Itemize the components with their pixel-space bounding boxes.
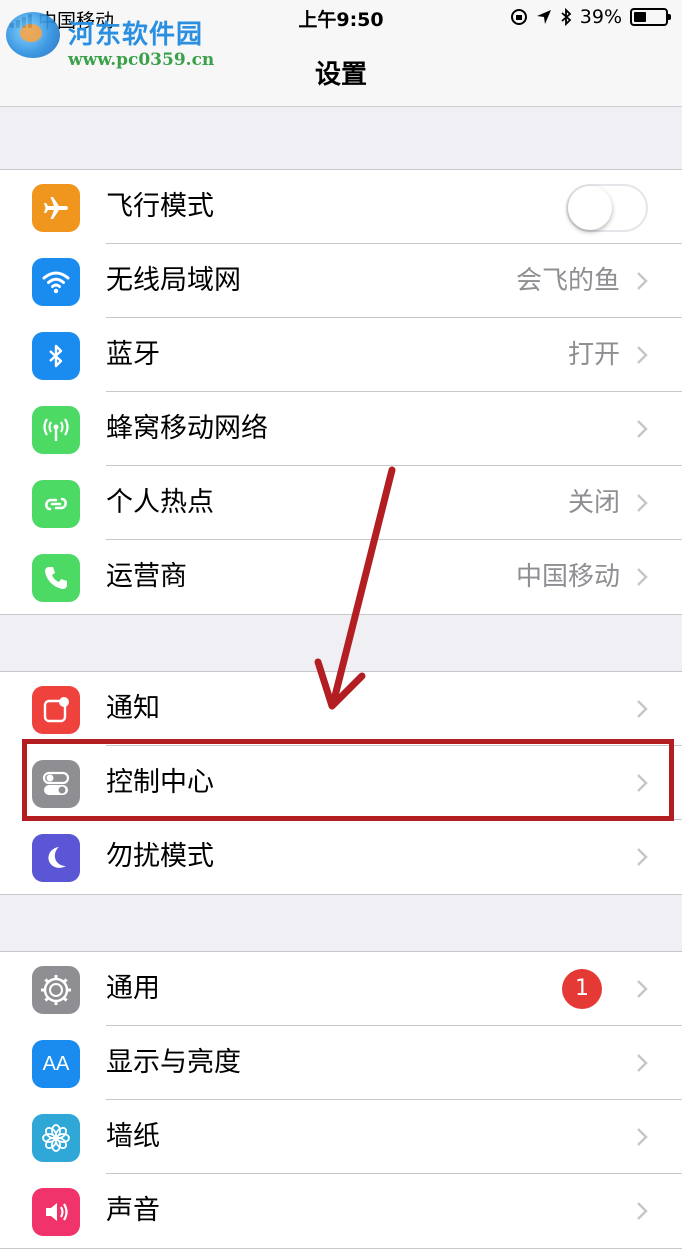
- row-sounds[interactable]: 声音: [0, 1174, 682, 1248]
- row-label: 无线局域网: [106, 265, 241, 296]
- chevron-right-icon: [637, 420, 648, 438]
- row-label: 显示与亮度: [106, 1047, 241, 1078]
- phone-icon: [32, 554, 80, 602]
- bluetooth-status-icon: [561, 8, 572, 26]
- hotspot-icon: [32, 480, 80, 528]
- battery-icon: [630, 8, 671, 26]
- watermark-logo-icon: [6, 12, 60, 58]
- speaker-icon: [32, 1188, 80, 1236]
- watermark-name: 河东软件园: [68, 20, 204, 50]
- airplane-icon: [32, 184, 80, 232]
- wifi-icon: [32, 258, 80, 306]
- row-notifications[interactable]: 通知: [0, 672, 682, 746]
- row-label: 勿扰模式: [106, 841, 214, 872]
- row-value: 中国移动: [515, 562, 620, 592]
- chevron-right-icon: [637, 1128, 648, 1146]
- chevron-right-icon: [637, 272, 648, 290]
- watermark-url: www.pc0359.cn: [68, 50, 215, 70]
- battery-percent: 39%: [579, 6, 622, 28]
- orientation-lock-icon: [510, 9, 527, 25]
- row-label: 通知: [106, 693, 160, 724]
- row-bluetooth[interactable]: 蓝牙 打开: [0, 318, 682, 392]
- row-carrier[interactable]: 运营商 中国移动: [0, 540, 682, 614]
- chevron-right-icon: [637, 700, 648, 718]
- row-label: 通用: [106, 973, 160, 1004]
- row-display-brightness[interactable]: AA 显示与亮度: [0, 1026, 682, 1100]
- wallpaper-flower-icon: [32, 1114, 80, 1162]
- row-cellular[interactable]: 蜂窝移动网络: [0, 392, 682, 466]
- moon-icon: [32, 834, 80, 882]
- notifications-icon: [32, 686, 80, 734]
- row-value: 打开: [567, 340, 620, 370]
- row-label: 个人热点: [106, 487, 214, 518]
- row-wifi[interactable]: 无线局域网 会飞的鱼: [0, 244, 682, 318]
- chevron-right-icon: [637, 1202, 648, 1220]
- row-label: 运营商: [106, 561, 187, 592]
- settings-group-connectivity: 飞行模式 无线局域网 会飞的鱼 蓝牙 打开 蜂窝移动网络 个人热点 关闭 运营商…: [0, 169, 682, 615]
- bluetooth-icon: [32, 332, 80, 380]
- row-wallpaper[interactable]: 墙纸: [0, 1100, 682, 1174]
- chevron-right-icon: [637, 848, 648, 866]
- airplane-mode-toggle[interactable]: [566, 184, 648, 232]
- row-personal-hotspot[interactable]: 个人热点 关闭: [0, 466, 682, 540]
- chevron-right-icon: [637, 1054, 648, 1072]
- row-label: 蓝牙: [106, 339, 160, 370]
- status-right: 39%: [510, 6, 671, 28]
- chevron-right-icon: [637, 346, 648, 364]
- row-value: 会飞的鱼: [515, 266, 620, 296]
- row-value: 关闭: [567, 488, 620, 518]
- row-label: 蜂窝移动网络: [106, 413, 268, 444]
- text-size-icon: AA: [32, 1040, 80, 1088]
- highlight-box: [22, 739, 674, 821]
- row-label: 声音: [106, 1195, 160, 1226]
- row-label: 墙纸: [106, 1121, 160, 1152]
- row-airplane-mode[interactable]: 飞行模式: [0, 170, 682, 244]
- location-icon: [536, 10, 551, 24]
- chevron-right-icon: [637, 568, 648, 586]
- text-size-glyph: AA: [42, 1052, 70, 1075]
- chevron-right-icon: [637, 494, 648, 512]
- update-badge: 1: [562, 969, 602, 1009]
- chevron-right-icon: [637, 980, 648, 998]
- settings-group-general: 通用 1 AA 显示与亮度 墙纸 声音: [0, 951, 682, 1249]
- row-do-not-disturb[interactable]: 勿扰模式: [0, 820, 682, 894]
- row-general[interactable]: 通用 1: [0, 952, 682, 1026]
- row-label: 飞行模式: [106, 191, 214, 222]
- toggle-knob: [568, 186, 612, 230]
- gear-icon: [32, 966, 80, 1014]
- antenna-icon: [32, 406, 80, 454]
